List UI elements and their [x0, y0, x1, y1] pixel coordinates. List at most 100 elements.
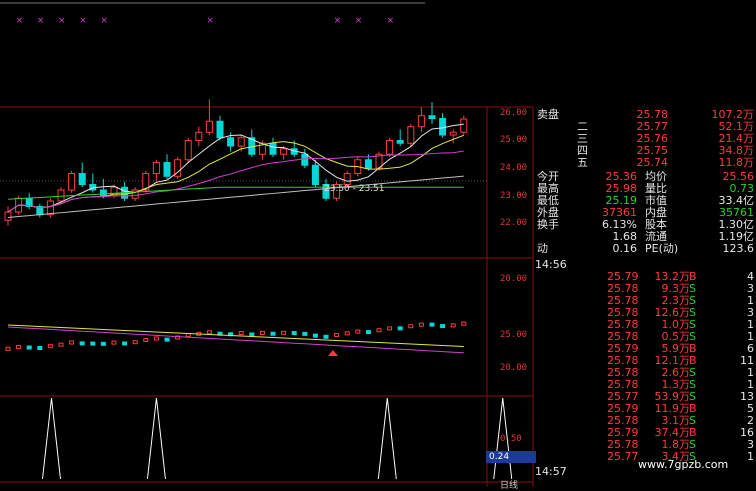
sub-candle — [259, 330, 265, 335]
indicator-spike — [377, 397, 397, 480]
signal-marker: × — [79, 16, 87, 26]
sub-tick: 25.00 — [500, 330, 528, 340]
sub-candle — [270, 331, 276, 336]
ticks-footer-time: 14:57 — [535, 465, 567, 478]
candle-body — [428, 115, 436, 119]
signal-marker: × — [58, 16, 66, 26]
signal-marker: × — [334, 16, 342, 26]
sub-candle — [461, 321, 467, 326]
sub-candle — [408, 324, 414, 329]
sub-candle — [397, 326, 403, 331]
price-tick: 26.00 — [500, 108, 528, 118]
sub-candle — [238, 331, 244, 335]
moving-average-line — [7, 150, 464, 213]
sub-candle — [291, 331, 297, 336]
candle-body — [184, 140, 192, 161]
sub-tick: 20.00 — [500, 363, 528, 373]
candle-body — [343, 173, 351, 185]
sub-candle — [249, 332, 255, 337]
sub-candle — [418, 322, 424, 327]
sub-candle — [206, 330, 212, 335]
signal-marker: × — [355, 16, 363, 26]
sub-candle — [355, 329, 361, 334]
sub-candle — [164, 337, 170, 342]
sub-candle — [281, 330, 287, 335]
sub-candle — [440, 324, 446, 329]
period-label[interactable]: 日线 — [500, 478, 518, 491]
candle-body — [68, 173, 76, 191]
candle-body — [205, 120, 213, 133]
candle-body — [396, 140, 404, 144]
candle-body — [407, 126, 415, 144]
signal-marker: × — [206, 16, 214, 26]
ask-level: 五 25.74 11.8万 — [577, 156, 754, 169]
candle-body — [237, 137, 245, 147]
signal-marker: × — [16, 16, 24, 26]
sub-line — [7, 326, 464, 354]
candle-body — [46, 200, 54, 216]
moving-average-line — [7, 175, 464, 218]
moving-average-line — [7, 134, 464, 213]
moving-average-line — [7, 186, 464, 200]
sub-candle — [16, 344, 22, 349]
price-tick: 25.00 — [500, 135, 528, 145]
indicator-spike — [41, 397, 61, 480]
sub-candle — [47, 344, 53, 349]
candle-body — [460, 118, 468, 133]
candle-body — [78, 173, 86, 185]
candle-body — [301, 153, 309, 166]
candle-body — [417, 115, 425, 128]
candle-body — [195, 131, 203, 141]
watermark: www.7gpzb.com — [638, 458, 729, 471]
sub-candle — [344, 331, 350, 336]
price-annotation: 23.50 - 23.51 — [324, 184, 385, 194]
sub-candle — [429, 322, 435, 327]
signal-marker: × — [387, 16, 395, 26]
price-tick: 24.00 — [500, 163, 528, 173]
candle-body — [439, 118, 447, 136]
sub-candle — [143, 338, 149, 343]
candle-body — [280, 148, 288, 155]
sub-candle — [323, 334, 329, 339]
sub-candle — [387, 326, 393, 331]
signal-marker: × — [100, 16, 108, 26]
sub-candle — [5, 346, 11, 351]
sub-candle — [90, 341, 96, 346]
signal-marker: × — [37, 16, 45, 26]
sub-candle — [450, 323, 456, 328]
buy-arrow-icon — [328, 350, 338, 356]
sub-candle — [132, 340, 138, 345]
candle-body — [386, 140, 394, 155]
indicator-tick: 0.50 — [500, 434, 522, 444]
candle-body — [57, 189, 65, 202]
candle-body — [216, 120, 224, 139]
sub-candle — [100, 341, 106, 346]
candle-body — [163, 162, 171, 177]
sub-candle — [302, 331, 308, 336]
sub-candle — [58, 342, 64, 347]
indicator-spike — [146, 397, 166, 480]
sub-candle — [376, 328, 382, 333]
indicator-current-value: 0.24 — [486, 451, 536, 463]
price-tick: 22.00 — [500, 218, 528, 228]
candle-body — [152, 162, 160, 174]
sub-candle — [153, 336, 159, 341]
sub-tick: 20.00 — [500, 274, 528, 284]
sub-candle — [365, 330, 371, 335]
price-tick: 23.00 — [500, 191, 528, 201]
candle-body — [364, 159, 372, 169]
candle-body — [4, 211, 12, 221]
sub-candle — [334, 332, 340, 337]
candle-body — [311, 164, 319, 185]
candle-body — [99, 189, 107, 196]
sub-candle — [312, 333, 318, 338]
stat-row: 动 0.16 PE(动) 123.6 — [537, 242, 754, 255]
candle-body — [227, 137, 235, 147]
candle-body — [269, 142, 277, 155]
sub-line — [7, 324, 464, 347]
candle-body — [449, 131, 457, 136]
sub-candle — [37, 346, 43, 351]
sub-candle — [26, 345, 32, 350]
sub-candle — [69, 340, 75, 345]
sub-candle — [111, 340, 117, 345]
